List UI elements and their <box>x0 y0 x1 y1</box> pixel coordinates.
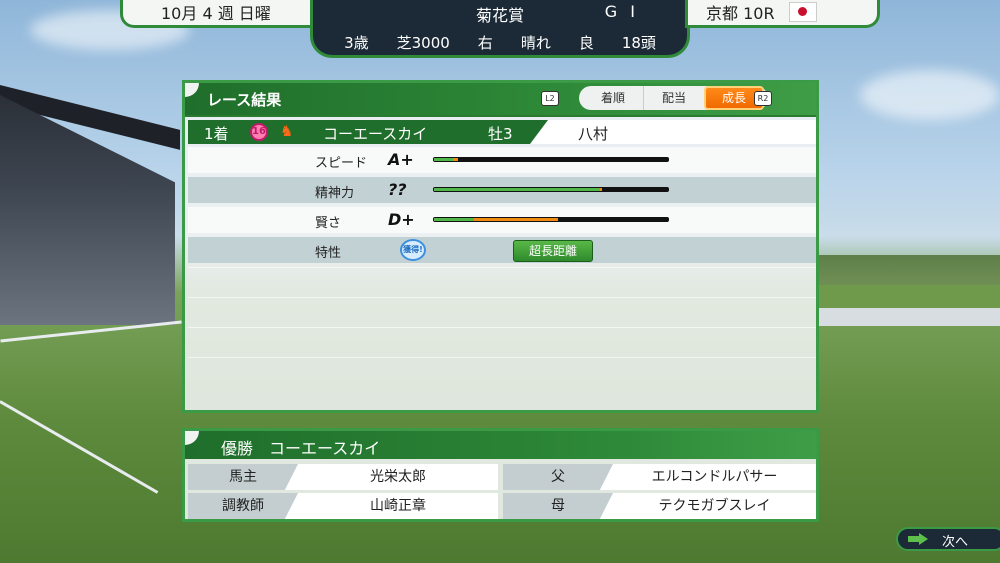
winner-title: 優勝 コーエースカイ <box>221 439 381 458</box>
jockey-name: 八村 <box>578 125 609 143</box>
race-venue: 京都 10R <box>706 3 775 23</box>
race-result-panel: レース結果 L2 着順 配当 成長 R2 1着 16 ♞ コーエースカイ 牡3 … <box>182 80 819 413</box>
skill-badge[interactable]: 超長距離 <box>513 240 593 262</box>
race-going: 良 <box>578 34 594 52</box>
horse-name: コーエースカイ <box>323 125 428 143</box>
stat-row-speed: スピード A+ <box>188 147 816 173</box>
tab-finish-order[interactable]: 着順 <box>583 86 643 110</box>
trainer-value: 山崎正章 <box>370 498 426 514</box>
stat-row-trait: 特性 獲得! 超長距離 <box>188 237 816 263</box>
r2-button-icon[interactable]: R2 <box>754 91 772 106</box>
race-date: 10月 4 週 日曜 <box>120 0 320 28</box>
race-surface-distance: 芝3000 <box>396 34 450 52</box>
horse-sex-age: 牡3 <box>488 125 513 143</box>
winner-header: 優勝 コーエースカイ <box>185 431 816 459</box>
cloud <box>860 70 1000 120</box>
track-rail <box>0 400 159 494</box>
l2-button-icon[interactable]: L2 <box>541 91 559 106</box>
stat-row-wisdom: 賢さ D+ <box>188 207 816 233</box>
sire-row: 父 エルコンドルパサー <box>503 464 816 490</box>
stat-grade: D+ <box>388 210 415 229</box>
race-conditions: 3歳 芝3000 右 晴れ 良 18頭 <box>313 32 687 53</box>
dam-label: 母 <box>503 493 613 519</box>
stat-label: 精神力 <box>315 186 355 201</box>
empty-row <box>188 267 816 294</box>
next-label: 次へ <box>942 535 969 550</box>
owner-label: 馬主 <box>188 464 298 490</box>
race-title-box: 菊花賞 G I 3歳 芝3000 右 晴れ 良 18頭 <box>310 0 690 58</box>
owner-row: 馬主 光栄太郎 <box>188 464 498 490</box>
next-button[interactable]: 次へ <box>896 527 1000 551</box>
far-trees <box>818 255 1000 285</box>
result-tabs: 着順 配当 成長 <box>579 86 768 110</box>
horse-icon: ♞ <box>280 122 294 140</box>
dam-value: テクモガブスレイ <box>658 498 771 514</box>
owner-value: 光栄太郎 <box>370 469 426 485</box>
dam-row: 母 テクモガブスレイ <box>503 493 816 519</box>
race-age: 3歳 <box>344 34 369 52</box>
acquired-badge: 獲得! <box>400 239 426 261</box>
sire-label: 父 <box>503 464 613 490</box>
stat-label: スピード <box>315 156 368 171</box>
panel-title: レース結果 <box>207 91 282 109</box>
panel-header: レース結果 L2 着順 配当 成長 R2 <box>185 83 816 117</box>
trait-label: 特性 <box>315 246 342 261</box>
empty-row <box>188 327 816 354</box>
stat-row-spirit: 精神力 ?? <box>188 177 816 203</box>
winner-info-panel: 優勝 コーエースカイ 馬主 光栄太郎 父 エルコンドルパサー 調教師 山崎正章 … <box>182 428 819 522</box>
stat-grade: ?? <box>388 180 407 199</box>
stat-label: 賢さ <box>315 216 342 231</box>
far-rail <box>818 308 1000 326</box>
stat-bar <box>433 217 669 222</box>
far-grass <box>818 285 1000 310</box>
race-weather: 晴れ <box>520 34 551 52</box>
trainer-row: 調教師 山崎正章 <box>188 493 498 519</box>
race-grade: G I <box>604 2 639 21</box>
empty-row <box>188 297 816 324</box>
race-header: 10月 4 週 日曜 菊花賞 G I 3歳 芝3000 右 晴れ 良 18頭 京… <box>120 0 880 58</box>
tab-payout[interactable]: 配当 <box>643 86 704 110</box>
gate-number-badge: 16 <box>250 123 268 141</box>
trainer-label: 調教師 <box>188 493 298 519</box>
stat-grade: A+ <box>388 150 414 169</box>
race-direction: 右 <box>477 34 493 52</box>
arrow-right-icon <box>908 533 928 545</box>
race-field-size: 18頭 <box>621 34 656 52</box>
race-venue-box: 京都 10R <box>685 0 880 28</box>
winner-row: 1着 16 ♞ コーエースカイ 牡3 八村 <box>188 120 816 144</box>
stat-bar <box>433 187 669 192</box>
stat-bar <box>433 157 669 162</box>
sire-value: エルコンドルパサー <box>651 469 778 485</box>
empty-row <box>188 357 816 384</box>
japan-flag-icon <box>788 1 817 22</box>
finish-place: 1着 <box>204 125 229 143</box>
